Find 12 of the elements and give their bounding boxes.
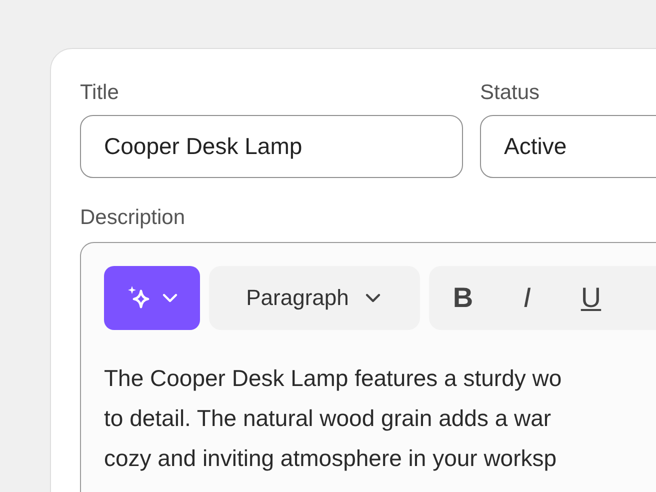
ai-assist-button[interactable] <box>104 266 200 330</box>
underline-button[interactable]: U <box>569 282 613 314</box>
description-text: The Cooper Desk Lamp features a sturdy wo to detail. The natural wood grain adds a war cozy and inviting atmosphere in your worksp <box>104 364 563 473</box>
bold-button[interactable]: B <box>441 282 485 314</box>
italic-button[interactable]: I <box>505 282 549 314</box>
title-label: Title <box>80 81 120 105</box>
description-label: Description <box>80 206 186 230</box>
description-editor[interactable]: Paragraph B I U The Cooper Desk Lamp features a sturdy wo to detail. The natural wood grain adds a war cozy and inviting atmosphere in your worksp <box>80 242 656 492</box>
status-input[interactable]: Active <box>480 115 656 178</box>
status-label: Status <box>480 81 541 105</box>
paragraph-style-dropdown[interactable]: Paragraph <box>209 266 420 330</box>
title-input[interactable]: Cooper Desk Lamp <box>80 115 463 178</box>
